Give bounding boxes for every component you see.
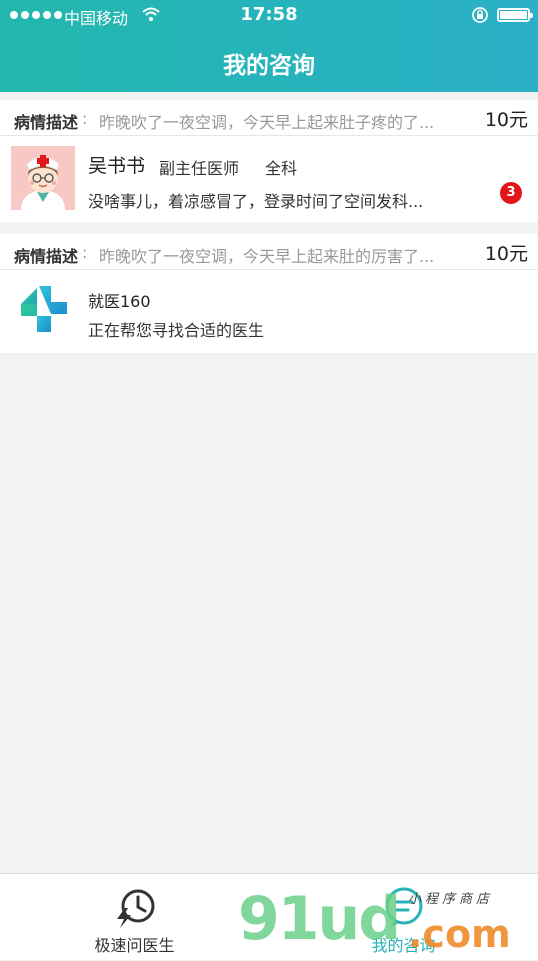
- tab-bar: 极速问医生 我的咨询: [0, 873, 538, 960]
- unread-badge: 3: [500, 182, 522, 204]
- condition-description: 昨晚吹了一夜空调，今天早上起来肚子疼的了...: [99, 113, 435, 132]
- chat-bubble-icon: [385, 887, 423, 928]
- doctor-title: 副主任医师: [159, 159, 240, 178]
- battery-icon: [497, 8, 533, 22]
- page-title: 我的咨询: [223, 53, 315, 79]
- tab-label: 我的咨询: [371, 936, 436, 955]
- rotation-lock-icon: [472, 7, 488, 23]
- doctor-name: 吴书书: [88, 155, 146, 177]
- condition-colon: :: [82, 243, 88, 262]
- last-message: 没啥事儿，着凉感冒了，登录时间了空间发科...: [88, 192, 424, 211]
- lightning-clock-icon: [117, 889, 155, 928]
- tab-label: 极速问医生: [94, 936, 175, 955]
- status-bar: 中国移动 17:58: [0, 0, 538, 30]
- condition-row: 病情描述 : 昨晚吹了一夜空调，今天早上起来肚子疼的了... 10元: [0, 100, 538, 136]
- status-time: 17:58: [240, 4, 298, 25]
- doctor-avatar: [11, 146, 75, 210]
- consultation-card[interactable]: 病情描述 : 昨晚吹了一夜空调，今天早上起来肚的厉害了... 10元 就医160…: [0, 234, 538, 353]
- status-message: 正在帮您寻找合适的医生: [88, 321, 265, 340]
- jiuyi160-logo-icon: [21, 286, 67, 332]
- app-header: 中国移动 17:58 我的咨询: [0, 0, 538, 92]
- condition-label: 病情描述: [14, 247, 79, 266]
- nurse-avatar-icon: [11, 146, 75, 210]
- consultation-card[interactable]: 病情描述 : 昨晚吹了一夜空调，今天早上起来肚子疼的了... 10元 吴书书 副…: [0, 100, 538, 222]
- sender-name: 就医160: [88, 292, 151, 311]
- condition-colon: :: [82, 109, 88, 128]
- consultation-price: 10元: [484, 243, 528, 265]
- tab-my-consultations[interactable]: 我的咨询: [269, 874, 538, 961]
- tab-quick-ask-doctor[interactable]: 极速问医生: [0, 874, 269, 961]
- condition-description: 昨晚吹了一夜空调，今天早上起来肚的厉害了...: [99, 247, 435, 266]
- condition-label: 病情描述: [14, 113, 79, 132]
- doctor-department: 全科: [265, 159, 298, 178]
- consultation-price: 10元: [484, 109, 528, 131]
- condition-row: 病情描述 : 昨晚吹了一夜空调，今天早上起来肚的厉害了... 10元: [0, 234, 538, 270]
